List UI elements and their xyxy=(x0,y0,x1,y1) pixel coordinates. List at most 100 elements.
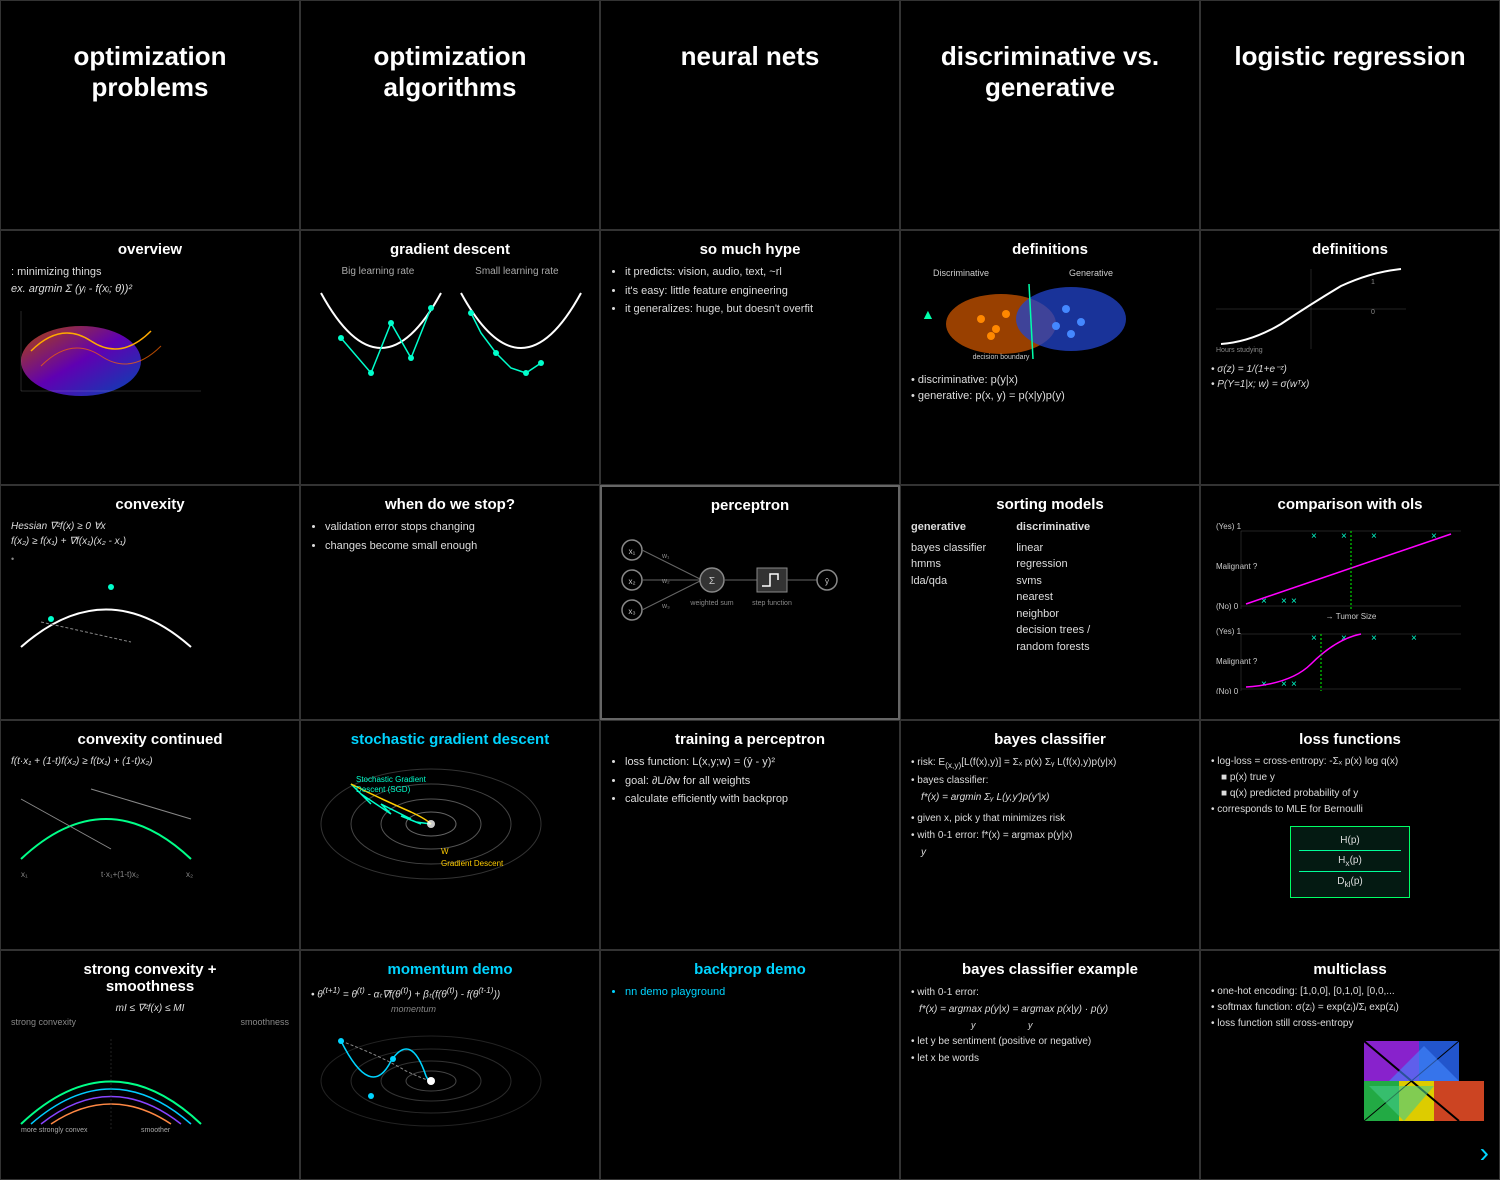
content-r2c2: Big learning rate Small learning rate xyxy=(311,264,589,399)
title-r2c4: definitions xyxy=(911,241,1189,258)
cell-r3c2: when do we stop? validation error stops … xyxy=(300,485,600,720)
title-r1c1: optimizationproblems xyxy=(11,41,289,103)
cell-r4c2: stochastic gradient descent Stochastic G… xyxy=(300,720,600,950)
content-r5c2: • θ(t+1) = θ(t) - αₜ∇f(θ(t)) + βₜ(f(θ(t)… xyxy=(311,984,589,1137)
svg-text:×: × xyxy=(1411,633,1417,644)
title-r4c2: stochastic gradient descent xyxy=(311,731,589,748)
cell-r5c3: backprop demo nn demo playground xyxy=(600,950,900,1180)
svg-text:step function: step function xyxy=(752,600,792,607)
next-arrow[interactable]: › xyxy=(1480,1137,1489,1169)
main-grid: optimizationproblems optimizationalgorit… xyxy=(0,0,1500,1177)
svg-text:1: 1 xyxy=(1371,279,1375,286)
svg-text:Generative: Generative xyxy=(1069,268,1113,278)
content-r4c3: loss function: L(x,y;w) = (ŷ - y)² goal:… xyxy=(611,754,889,808)
cell-r4c5: loss functions • log-loss = cross-entrop… xyxy=(1200,720,1500,950)
svg-text:×: × xyxy=(1291,679,1297,690)
title-r3c4: sorting models xyxy=(911,496,1189,513)
cell-r1c2: optimizationalgorithms xyxy=(300,0,600,230)
content-r4c1: f(t·x₁ + (1-t)f(x₂) ≥ f(tx₁) + (1-t)x₂) … xyxy=(11,754,289,885)
content-r3c4: generative bayes classifier hmms lda/qda… xyxy=(911,519,1189,655)
title-r5c3: backprop demo xyxy=(611,961,889,978)
content-r2c4: Discriminative Generative decision bound xyxy=(911,264,1189,405)
title-r1c5: logistic regression xyxy=(1211,41,1489,72)
title-r1c3: neural nets xyxy=(611,41,889,72)
svg-text:×: × xyxy=(1281,596,1287,607)
svg-text:Malignant ?: Malignant ? xyxy=(1216,562,1258,571)
svg-text:Hours studying: Hours studying xyxy=(1216,347,1263,354)
title-r2c5: definitions xyxy=(1211,241,1489,258)
cell-r2c4: definitions Discriminative Generative xyxy=(900,230,1200,485)
cell-r4c1: convexity continued f(t·x₁ + (1-t)f(x₂) … xyxy=(0,720,300,950)
cell-r3c1: convexity Hessian ∇²f(x) ≥ 0 ∀x f(x₂) ≥ … xyxy=(0,485,300,720)
svg-text:Stochastic Gradient: Stochastic Gradient xyxy=(356,775,427,784)
content-r4c4: • risk: E(x,y)[L(f(x),y)] = Σₓ p(x) Σᵧ L… xyxy=(911,754,1189,861)
cell-r5c5: multiclass • one-hot encoding: [1,0,0], … xyxy=(1200,950,1500,1180)
title-r4c5: loss functions xyxy=(1211,731,1489,748)
svg-text:t·x₁+(1-t)x₂: t·x₁+(1-t)x₂ xyxy=(101,870,139,879)
content-r3c2: validation error stops changing changes … xyxy=(311,519,589,554)
svg-text:Σ: Σ xyxy=(709,576,715,587)
content-r2c3: it predicts: vision, audio, text, ~rl it… xyxy=(611,264,889,318)
svg-text:more strongly convex: more strongly convex xyxy=(21,1127,88,1134)
content-r5c3: nn demo playground xyxy=(611,984,889,1001)
cell-r1c1: optimizationproblems xyxy=(0,0,300,230)
svg-text:0: 0 xyxy=(1371,309,1375,316)
svg-text:×: × xyxy=(1311,633,1317,644)
svg-text:Gradient Descent: Gradient Descent xyxy=(441,859,504,868)
cell-r1c5: logistic regression xyxy=(1200,0,1500,230)
title-r4c3: training a perceptron xyxy=(611,731,889,748)
cell-r2c1: overview : minimizing things ex. argmin … xyxy=(0,230,300,485)
title-r1c4: discriminative vs.generative xyxy=(911,41,1189,103)
svg-text:W: W xyxy=(441,847,449,856)
svg-text:(Yes) 1: (Yes) 1 xyxy=(1216,627,1242,636)
svg-text:w₂: w₂ xyxy=(661,578,670,585)
cell-r4c3: training a perceptron loss function: L(x… xyxy=(600,720,900,950)
content-r4c5: • log-loss = cross-entropy: -Σₓ p(x) log… xyxy=(1211,754,1489,898)
svg-text:×: × xyxy=(1371,531,1377,542)
title-r4c1: convexity continued xyxy=(11,731,289,748)
title-r3c2: when do we stop? xyxy=(311,496,589,513)
svg-text:(No) 0: (No) 0 xyxy=(1216,602,1239,611)
svg-text:x₁: x₁ xyxy=(629,547,636,556)
title-r2c1: overview xyxy=(11,241,289,258)
svg-text:×: × xyxy=(1311,531,1317,542)
svg-text:×: × xyxy=(1291,596,1297,607)
svg-text:x₂: x₂ xyxy=(628,577,635,586)
svg-text:w₃: w₃ xyxy=(661,603,670,610)
cell-r2c2: gradient descent Big learning rate Small… xyxy=(300,230,600,485)
content-r2c5: Hours studying 1 0 • σ(z) = 1/(1+e⁻ᶻ) • … xyxy=(1211,264,1489,392)
cell-r3c4: sorting models generative bayes classifi… xyxy=(900,485,1200,720)
svg-text:w₁: w₁ xyxy=(661,553,670,560)
cell-r5c1: strong convexity +smoothness mI ≤ ∇²f(x)… xyxy=(0,950,300,1180)
content-r4c2: Stochastic Gradient Descent (SGD) W Grad… xyxy=(311,754,589,890)
title-r4c4: bayes classifier xyxy=(911,731,1189,748)
title-r3c1: convexity xyxy=(11,496,289,513)
cell-r5c4: bayes classifier example • with 0-1 erro… xyxy=(900,950,1200,1180)
content-r5c5: • one-hot encoding: [1,0,0], [0,1,0], [0… xyxy=(1211,984,1489,1032)
cell-r4c4: bayes classifier • risk: E(x,y)[L(f(x),y… xyxy=(900,720,1200,950)
svg-text:x₂: x₂ xyxy=(186,870,193,879)
content-r3c1: Hessian ∇²f(x) ≥ 0 ∀x f(x₂) ≥ f(x₁) + ∇f… xyxy=(11,519,289,662)
title-r2c3: so much hype xyxy=(611,241,889,258)
svg-text:→ Tumor Size: → Tumor Size xyxy=(1326,612,1377,621)
cell-r3c3: perceptron x₁ x₂ x₃ Σ weighted sum xyxy=(600,485,900,720)
svg-text:Discriminative: Discriminative xyxy=(933,268,989,278)
svg-text:×: × xyxy=(1371,633,1377,644)
content-r5c1: mI ≤ ∇²f(x) ≤ MI strong convexity smooth… xyxy=(11,1001,289,1139)
cell-r3c5: comparison with ols (Yes) 1 Malignant ? … xyxy=(1200,485,1500,720)
title-r5c2: momentum demo xyxy=(311,961,589,978)
cell-r2c3: so much hype it predicts: vision, audio,… xyxy=(600,230,900,485)
content-r5c4: • with 0-1 error: f*(x) = argmax p(y|x) … xyxy=(911,984,1189,1067)
title-r1c2: optimizationalgorithms xyxy=(311,41,589,103)
svg-text:(Yes) 1: (Yes) 1 xyxy=(1216,522,1242,531)
svg-text:▲: ▲ xyxy=(921,306,935,322)
svg-text:×: × xyxy=(1341,531,1347,542)
content-r3c5: (Yes) 1 Malignant ? (No) 0 → Tumor Size … xyxy=(1211,519,1489,700)
title-r3c3: perceptron xyxy=(612,497,888,514)
svg-text:Descent (SGD): Descent (SGD) xyxy=(356,785,411,794)
svg-text:decision boundary: decision boundary xyxy=(973,354,1030,361)
content-r3c3: x₁ x₂ x₃ Σ weighted sum step funct xyxy=(612,520,888,646)
title-r5c5: multiclass xyxy=(1211,961,1489,978)
svg-text:Malignant ?: Malignant ? xyxy=(1216,657,1258,666)
svg-text:(No) 0: (No) 0 xyxy=(1216,687,1239,694)
